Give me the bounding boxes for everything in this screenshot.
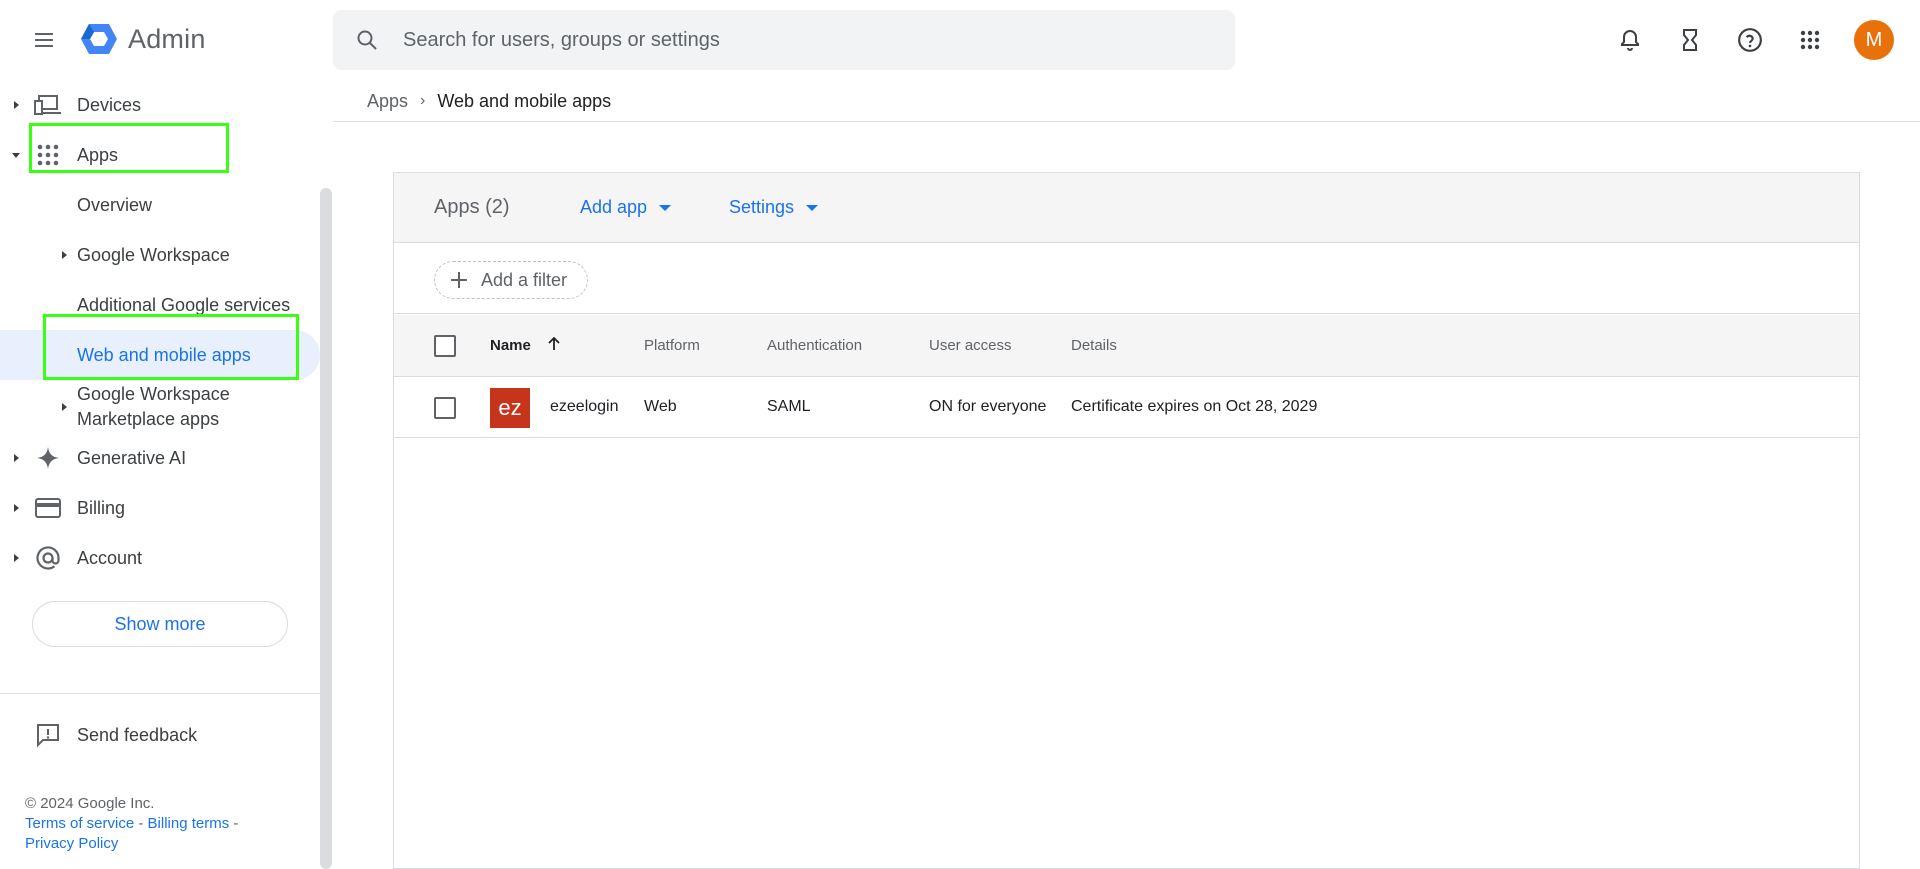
sidebar-item-label: Google Workspace Marketplace apps: [77, 382, 230, 432]
filter-row: Add a filter: [394, 244, 1859, 314]
breadcrumb-current: Web and mobile apps: [437, 90, 612, 111]
at-sign-icon: [34, 544, 62, 572]
caret-down-icon: [806, 204, 819, 211]
hourglass-icon: [1683, 29, 1697, 51]
sidebar-item-account[interactable]: Account: [0, 533, 320, 583]
sidebar-scrollbar[interactable]: [320, 188, 332, 869]
billing-terms-link[interactable]: Billing terms: [148, 815, 230, 832]
sidebar-item-overview[interactable]: Overview: [0, 180, 320, 230]
page-title: Apps (2): [434, 196, 510, 218]
breadcrumb: Apps › Web and mobile apps: [367, 88, 611, 114]
help-icon: [1738, 28, 1762, 52]
add-app-button[interactable]: Add app: [580, 197, 672, 218]
highlight-box: [29, 123, 229, 173]
sidebar-item-google-workspace[interactable]: Google Workspace: [0, 230, 320, 280]
highlight-box: [43, 314, 299, 380]
chevron-down-icon: [12, 153, 20, 158]
send-feedback-button[interactable]: Send feedback: [0, 710, 320, 760]
apps-card: Apps (2) Add app Settings Add a filter N…: [393, 172, 1860, 869]
bell-icon: [1621, 29, 1639, 51]
plus-icon: [451, 272, 467, 288]
chevron-right-icon: [14, 101, 19, 109]
search-input[interactable]: [403, 28, 1203, 52]
app-name: Admin: [128, 23, 206, 54]
column-header-details[interactable]: Details: [1071, 337, 1117, 354]
app-name[interactable]: ezeelogin: [550, 398, 619, 416]
apps-grid-icon: [1800, 30, 1820, 50]
avatar[interactable]: M: [1854, 20, 1894, 60]
column-header-platform[interactable]: Platform: [644, 337, 700, 354]
sidebar-item-label-line: Marketplace apps: [77, 409, 220, 429]
hamburger-menu-icon: [35, 33, 53, 47]
chevron-right-icon: [62, 403, 67, 411]
sidebar-item-label: Generative AI: [77, 447, 187, 468]
sidebar-item-marketplace-apps[interactable]: Google Workspace Marketplace apps: [0, 380, 320, 434]
devices-icon: [34, 91, 62, 119]
add-app-label: Add app: [580, 197, 648, 217]
app-icon: ez: [490, 388, 530, 428]
column-header-user-access[interactable]: User access: [929, 337, 1012, 354]
sidebar-item-label-line: Google Workspace: [77, 384, 230, 404]
arrow-up-icon: [548, 336, 560, 350]
breadcrumb-divider: [333, 121, 1920, 122]
chevron-right-icon: ›: [420, 92, 426, 109]
sidebar-item-label: Additional Google services: [77, 294, 291, 315]
sidebar-item-billing[interactable]: Billing: [0, 483, 320, 533]
app-details: Certificate expires on Oct 28, 2029: [1071, 398, 1318, 415]
app-authentication: SAML: [767, 398, 811, 415]
select-all-checkbox[interactable]: [434, 335, 456, 357]
tasks-button[interactable]: [1666, 16, 1714, 64]
column-name-label: Name: [490, 337, 531, 354]
credit-card-icon: [34, 494, 62, 522]
search-bar[interactable]: [333, 10, 1235, 70]
top-bar: Admin M: [0, 0, 1920, 80]
show-more-button[interactable]: Show more: [32, 601, 288, 647]
footer: © 2024 Google Inc. Terms of service - Bi…: [25, 794, 238, 854]
row-checkbox[interactable]: [434, 397, 456, 419]
chevron-right-icon: [14, 504, 19, 512]
card-header: Apps (2) Add app Settings: [394, 173, 1859, 243]
feedback-icon: [34, 721, 62, 749]
admin-logo-icon: [81, 24, 117, 54]
chevron-right-icon: [14, 554, 19, 562]
add-filter-button[interactable]: Add a filter: [434, 261, 589, 299]
app-platform: Web: [644, 398, 677, 415]
sparkle-icon: [34, 444, 62, 472]
privacy-policy-link[interactable]: Privacy Policy: [25, 835, 118, 852]
settings-button[interactable]: Settings: [729, 197, 819, 218]
sidebar-item-label: Google Workspace: [77, 244, 230, 265]
copyright: © 2024 Google Inc.: [25, 795, 155, 812]
add-filter-label: Add a filter: [481, 269, 568, 290]
sidebar-item-label: Devices: [77, 94, 142, 115]
sidebar-item-label: Account: [77, 547, 143, 568]
chevron-right-icon: [14, 454, 19, 462]
notifications-button[interactable]: [1606, 16, 1654, 64]
chevron-right-icon: [62, 251, 67, 259]
app-user-access: ON for everyone: [929, 398, 1047, 415]
sidebar-item-generative-ai[interactable]: Generative AI: [0, 433, 320, 483]
sidebar-item-label: Overview: [77, 194, 153, 215]
table-header: Name Platform Authentication User access…: [394, 315, 1859, 377]
apps-launcher-button[interactable]: [1786, 16, 1834, 64]
header-actions: M: [1594, 16, 1920, 64]
footer-separator: -: [134, 815, 148, 832]
column-header-name[interactable]: Name: [490, 336, 561, 354]
admin-logo[interactable]: Admin: [80, 22, 206, 56]
sidebar: Devices Apps Overview Google Workspace A…: [0, 80, 320, 869]
send-feedback-label: Send feedback: [77, 724, 198, 745]
sidebar-item-label: Billing: [77, 497, 126, 518]
table-row[interactable]: ez ezeelogin Web SAML ON for everyone Ce…: [394, 378, 1859, 438]
breadcrumb-apps-link[interactable]: Apps: [367, 91, 408, 112]
caret-down-icon: [659, 204, 672, 211]
sidebar-divider: [0, 693, 320, 694]
help-button[interactable]: [1726, 16, 1774, 64]
main-menu-button[interactable]: [26, 22, 62, 58]
column-header-authentication[interactable]: Authentication: [767, 337, 862, 354]
search-icon: [357, 30, 377, 50]
footer-separator: -: [229, 815, 239, 832]
settings-label: Settings: [729, 197, 795, 217]
terms-of-service-link[interactable]: Terms of service: [25, 815, 134, 832]
